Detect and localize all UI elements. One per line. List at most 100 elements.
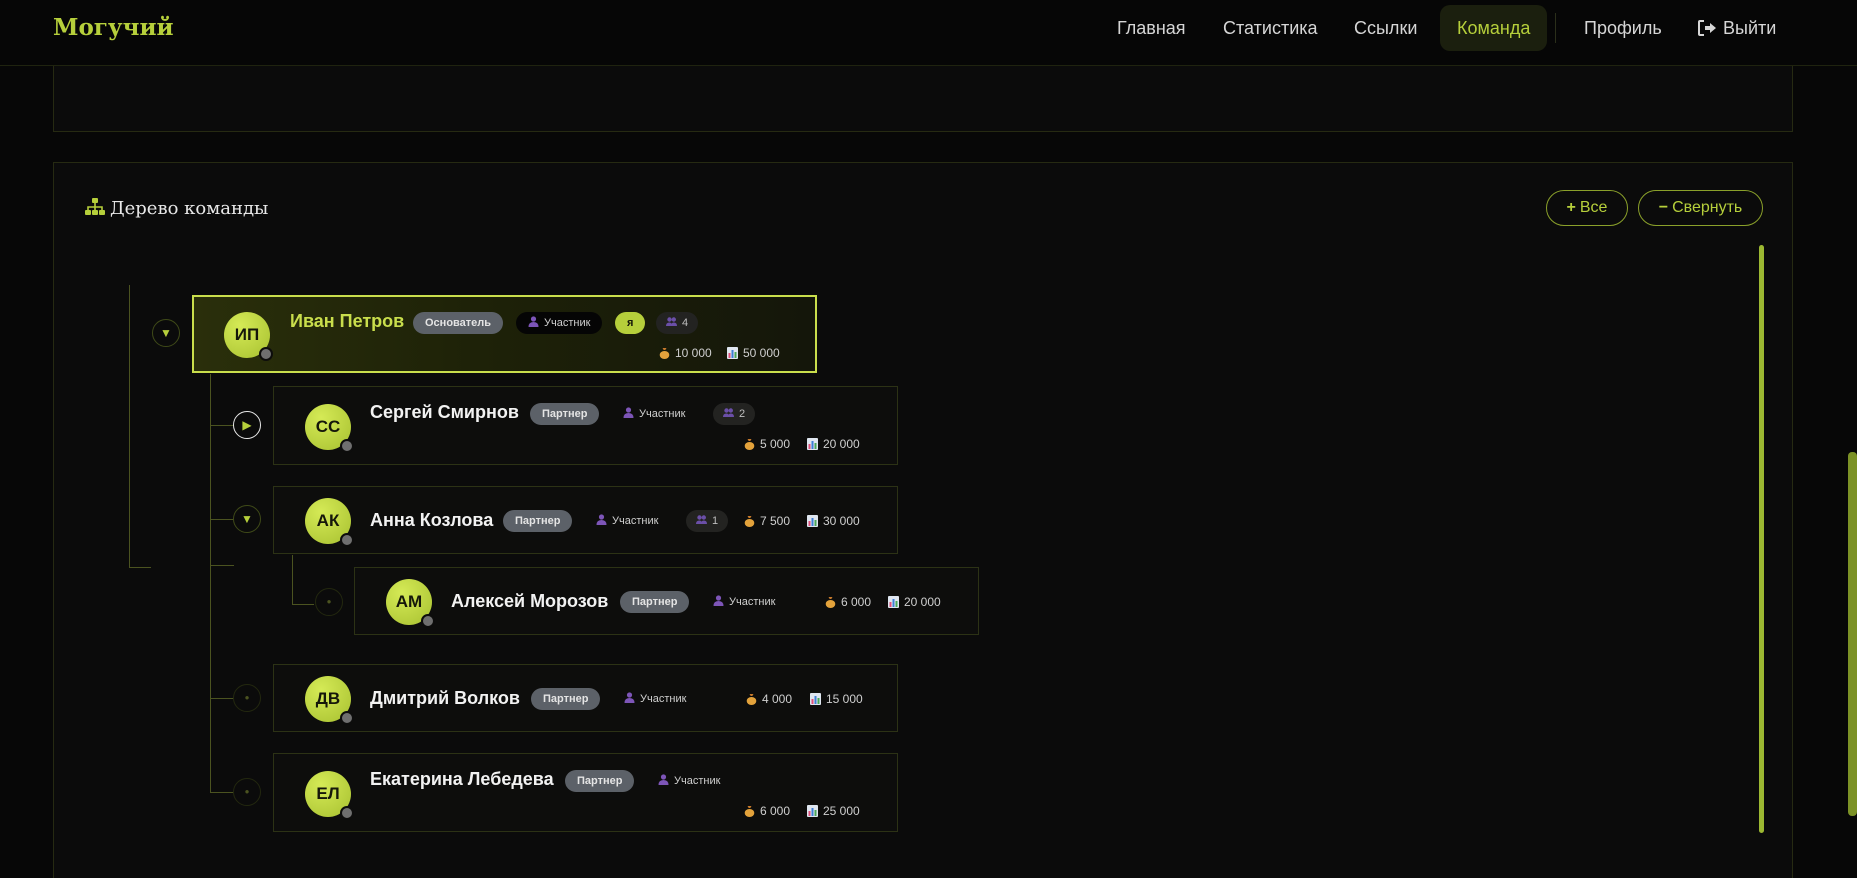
bar-chart-icon bbox=[727, 347, 738, 359]
bar-chart-icon bbox=[807, 438, 818, 450]
balance-value: 5 000 bbox=[760, 437, 791, 451]
avatar: ДВ bbox=[305, 676, 354, 725]
person-icon bbox=[624, 692, 635, 703]
tree-connector bbox=[210, 374, 211, 792]
bar-chart-icon bbox=[807, 515, 818, 527]
expand-all-button[interactable]: + Все bbox=[1546, 190, 1628, 226]
bar-chart-icon bbox=[810, 693, 821, 705]
tree-connector bbox=[292, 555, 293, 605]
bar-chart-icon bbox=[807, 805, 818, 817]
volume-value: 15 000 bbox=[826, 692, 863, 706]
bar-chart-icon bbox=[888, 596, 899, 608]
volume-value: 20 000 bbox=[823, 437, 860, 451]
rank-badge: Партнер bbox=[565, 770, 635, 792]
tree-connector bbox=[210, 698, 234, 699]
nav-team[interactable]: Команда bbox=[1440, 5, 1548, 51]
avatar: ЕЛ bbox=[305, 771, 354, 820]
logout-button[interactable]: Выйти bbox=[1680, 5, 1793, 51]
nav-profile[interactable]: Профиль bbox=[1567, 5, 1679, 51]
rank-badge: Основатель bbox=[413, 312, 504, 334]
tree-connector bbox=[210, 565, 234, 566]
panel-title: Дерево команды bbox=[84, 197, 268, 219]
member-name: Екатерина Лебедева bbox=[370, 769, 554, 789]
member-card-dmitry[interactable]: ДВ Дмитрий Волков Партнер Участник 4 000… bbox=[273, 664, 898, 732]
collapse-all-button[interactable]: − Свернуть bbox=[1638, 190, 1763, 226]
person-icon bbox=[528, 316, 539, 327]
leaf-dot-alexey: ● bbox=[315, 588, 343, 616]
volume-value: 50 000 bbox=[743, 346, 780, 360]
member-name: Сергей Смирнов bbox=[370, 402, 519, 422]
avatar-initials: АМ bbox=[395, 592, 423, 611]
nav-stats[interactable]: Статистика bbox=[1206, 5, 1335, 51]
member-name: Анна Козлова bbox=[370, 510, 494, 530]
tree-connector bbox=[210, 519, 234, 520]
nav-home[interactable]: Главная bbox=[1100, 5, 1203, 51]
volume-stat: 25 000 bbox=[807, 804, 860, 818]
status-dot bbox=[340, 806, 354, 820]
nav-links[interactable]: Ссылки bbox=[1337, 5, 1434, 51]
role-pill: Участник bbox=[646, 770, 732, 792]
leaf-dot-ekaterina: ● bbox=[233, 778, 261, 806]
money-bag-icon bbox=[825, 597, 836, 608]
member-name: Алексей Морозов bbox=[451, 591, 609, 611]
toggle-sergey[interactable]: ▶ bbox=[233, 411, 261, 439]
balance-value: 4 000 bbox=[762, 692, 793, 706]
toggle-ivan[interactable]: ▼ bbox=[152, 319, 180, 347]
tree-connector bbox=[292, 604, 314, 605]
panel-title-text: Дерево команды bbox=[110, 198, 269, 219]
volume-stat: 50 000 bbox=[727, 346, 780, 360]
member-card-sergey[interactable]: СС Сергей Смирнов Партнер Участник 2 5 0… bbox=[273, 386, 898, 465]
avatar: ИП bbox=[224, 312, 273, 361]
balance-stat: 6 000 bbox=[744, 804, 790, 818]
role-label: Участник bbox=[612, 515, 659, 527]
avatar-initials: СС bbox=[315, 417, 341, 436]
volume-stat: 30 000 bbox=[807, 514, 860, 528]
role-pill: Участник bbox=[612, 688, 698, 710]
balance-value: 6 000 bbox=[841, 595, 872, 609]
avatar-initials: ЕЛ bbox=[316, 784, 340, 803]
balance-stat: 4 000 bbox=[746, 692, 792, 706]
tree-scrollbar[interactable] bbox=[1759, 245, 1764, 833]
group-icon bbox=[666, 317, 677, 326]
logout-icon bbox=[1698, 20, 1716, 36]
team-count-pill: 4 bbox=[656, 312, 699, 334]
group-icon bbox=[696, 515, 707, 524]
page-scrollbar[interactable] bbox=[1848, 452, 1857, 816]
tree-connector bbox=[210, 425, 234, 426]
rank-badge: Партнер bbox=[530, 403, 600, 425]
collapse-all-label: Свернуть bbox=[1672, 199, 1743, 216]
tree-connector bbox=[129, 567, 151, 568]
volume-stat: 20 000 bbox=[807, 437, 860, 451]
volume-stat: 15 000 bbox=[810, 692, 863, 706]
status-dot bbox=[421, 614, 435, 628]
rank-badge: Партнер bbox=[620, 591, 690, 613]
team-count: 1 bbox=[712, 515, 719, 527]
role-pill: Участник bbox=[516, 312, 603, 334]
status-dot bbox=[340, 711, 354, 725]
person-icon bbox=[713, 595, 724, 606]
member-card-ivan[interactable]: ИП Иван Петров Основатель Участник я 4 1… bbox=[192, 295, 817, 373]
tree-connector bbox=[129, 285, 130, 568]
member-card-anna[interactable]: АК Анна Козлова Партнер Участник 1 7 500… bbox=[273, 486, 898, 554]
volume-value: 25 000 bbox=[823, 804, 860, 818]
volume-stat: 20 000 bbox=[888, 595, 941, 609]
logout-label: Выйти bbox=[1723, 18, 1777, 38]
member-card-ekaterina[interactable]: ЕЛ Екатерина Лебедева Партнер Участник 6… bbox=[273, 753, 898, 832]
person-icon bbox=[658, 774, 669, 785]
logo[interactable]: Могучий bbox=[53, 14, 174, 41]
balance-stat: 10 000 bbox=[659, 346, 712, 360]
team-count-pill: 1 bbox=[686, 510, 729, 532]
volume-value: 20 000 bbox=[904, 595, 941, 609]
minus-icon: − bbox=[1658, 199, 1669, 216]
avatar-initials: АК bbox=[316, 511, 340, 530]
role-pill: Участник bbox=[584, 510, 670, 532]
team-count-pill: 2 bbox=[713, 403, 756, 425]
role-label: Участник bbox=[674, 775, 721, 787]
tree-connector bbox=[210, 792, 234, 793]
rank-badge: Партнер bbox=[531, 688, 601, 710]
member-card-alexey[interactable]: АМ Алексей Морозов Партнер Участник 6 00… bbox=[354, 567, 979, 635]
toggle-anna[interactable]: ▼ bbox=[233, 505, 261, 533]
person-icon bbox=[596, 514, 607, 525]
avatar: АК bbox=[305, 498, 354, 547]
person-icon bbox=[623, 407, 634, 418]
